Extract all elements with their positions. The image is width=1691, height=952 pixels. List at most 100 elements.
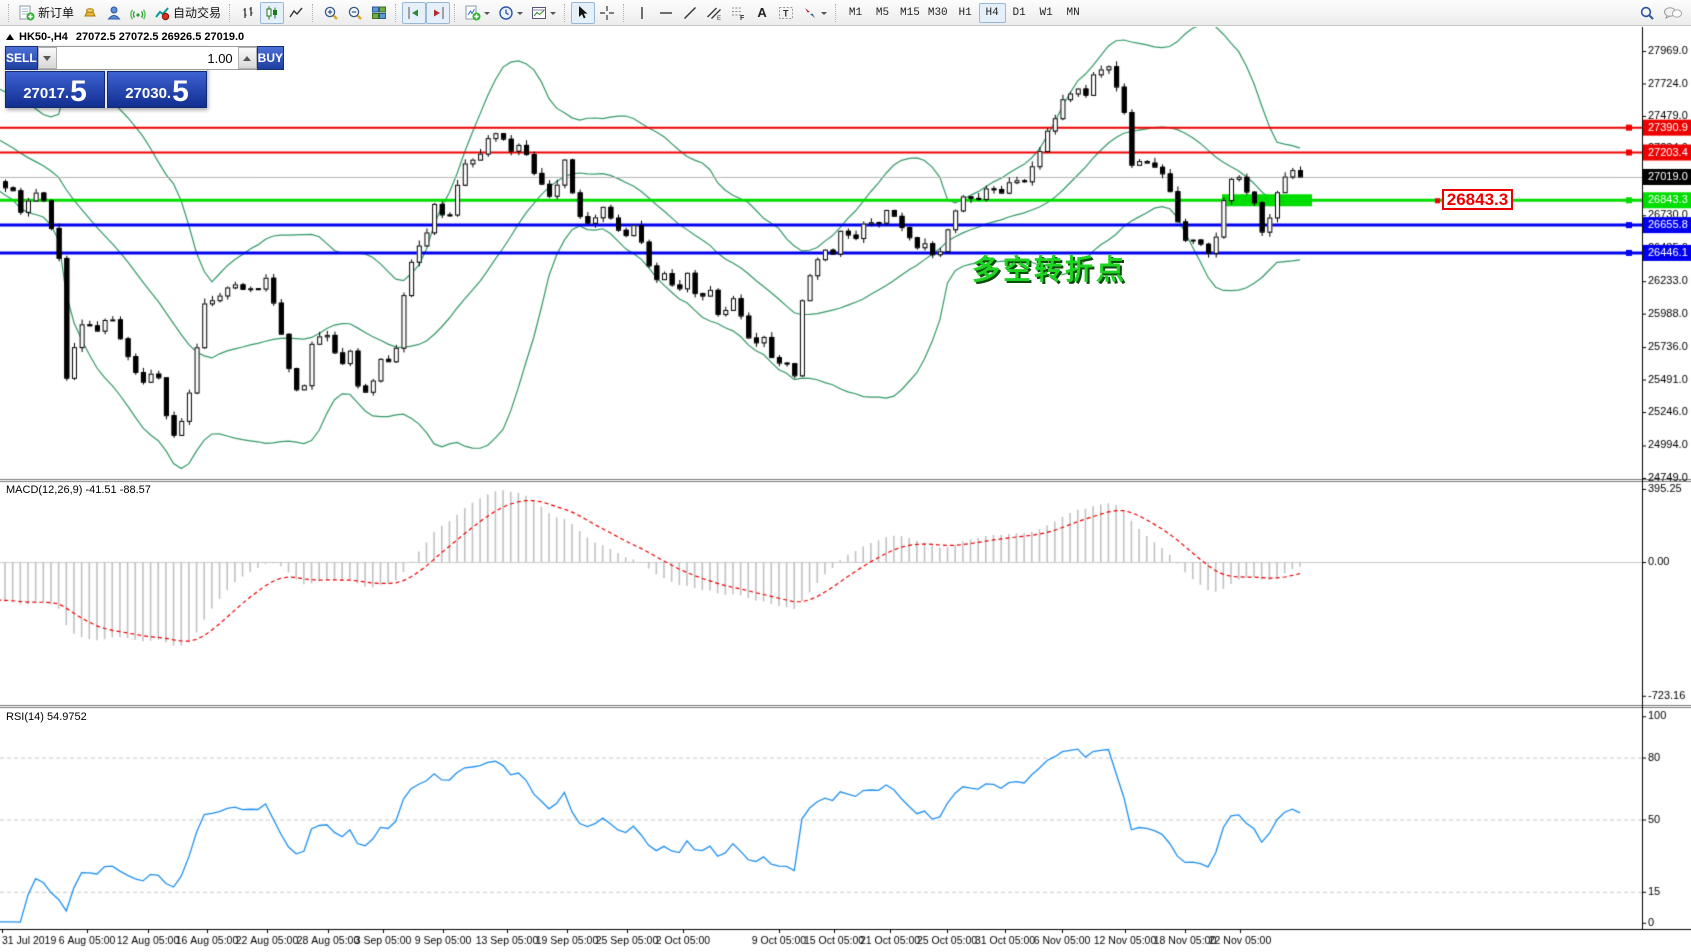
- chart-shift-icon: [430, 5, 446, 21]
- volume-decrease-button[interactable]: [38, 47, 57, 69]
- toolbar-grip: [8, 4, 11, 22]
- chart-shift-button[interactable]: [426, 2, 450, 24]
- chevron-down-icon: [550, 12, 556, 18]
- tab-timeframe-w1[interactable]: W1: [1033, 3, 1060, 23]
- auto-trading-button[interactable]: 自动交易: [150, 2, 225, 24]
- zoom-out-button[interactable]: [343, 2, 367, 24]
- fibonacci-button[interactable]: F: [726, 2, 750, 24]
- indicators-button[interactable]: [461, 2, 494, 24]
- toolbar-grip: [623, 4, 626, 22]
- tab-timeframe-h1[interactable]: H1: [952, 3, 979, 23]
- toolbar-grip: [564, 4, 567, 22]
- auto-trading-icon: [154, 5, 170, 21]
- symbol-info-bar[interactable]: HK50-,H4 27072.5 27072.5 26926.5 27019.0: [6, 31, 244, 43]
- templates-button[interactable]: [527, 2, 560, 24]
- trendline-icon: [682, 5, 698, 21]
- sell-label: SELL: [6, 51, 37, 65]
- svg-text:E: E: [717, 16, 721, 21]
- bar-chart-button[interactable]: [236, 2, 260, 24]
- timeframe-label: M1: [849, 7, 862, 19]
- timeframe-label: W1: [1040, 7, 1053, 19]
- auto-scroll-button[interactable]: [402, 2, 426, 24]
- text-label-button[interactable]: T: [774, 2, 798, 24]
- chevron-up-icon: [243, 52, 251, 61]
- tile-windows-button[interactable]: [367, 2, 391, 24]
- new-order-button[interactable]: 新订单: [15, 2, 78, 24]
- price-callout-box[interactable]: 26843.3: [1442, 189, 1513, 210]
- cursor-icon: [575, 5, 591, 21]
- buy-label: BUY: [258, 51, 283, 65]
- candlestick-chart-icon: [264, 5, 280, 21]
- chart-text-annotation[interactable]: 多空转折点: [972, 248, 1127, 288]
- tab-timeframe-mn[interactable]: MN: [1060, 3, 1087, 23]
- macd-indicator-label: MACD(12,26,9) -41.51 -88.57: [6, 484, 151, 496]
- signal-icon: [130, 5, 146, 21]
- zoom-in-button[interactable]: [319, 2, 343, 24]
- channel-button[interactable]: E: [702, 2, 726, 24]
- one-click-trade-panel: SELL BUY 27017. 5 27030. 5: [5, 46, 207, 108]
- auto-trading-label: 自动交易: [173, 4, 221, 21]
- buy-price-button[interactable]: 27030. 5: [107, 71, 207, 108]
- chevron-down-icon: [517, 12, 523, 18]
- chevron-down-icon: [484, 12, 490, 18]
- person-button[interactable]: [102, 2, 126, 24]
- sell-button[interactable]: SELL: [5, 46, 38, 70]
- trendline-button[interactable]: [678, 2, 702, 24]
- timeframe-label: M15: [900, 7, 920, 19]
- rsi-indicator-label: RSI(14) 54.9752: [6, 711, 87, 723]
- cursor-button[interactable]: [571, 2, 595, 24]
- candlestick-chart-button[interactable]: [260, 2, 284, 24]
- ohlc-values: 27072.5 27072.5 26926.5 27019.0: [76, 31, 244, 43]
- toolbar-grip: [835, 4, 838, 22]
- sell-price-int: 27017.: [23, 85, 69, 102]
- chevron-down-icon: [43, 56, 51, 65]
- zoom-out-icon: [347, 5, 363, 21]
- tile-windows-icon: [371, 5, 387, 21]
- timeframe-label: MN: [1067, 7, 1080, 19]
- new-order-label: 新订单: [38, 4, 74, 21]
- search-icon: [1639, 5, 1655, 21]
- line-chart-icon: [288, 5, 304, 21]
- chevron-down-icon: [821, 12, 827, 18]
- tab-timeframe-m30[interactable]: M30: [924, 3, 952, 23]
- sell-price-button[interactable]: 27017. 5: [5, 71, 105, 108]
- volume-increase-button[interactable]: [238, 47, 257, 69]
- indicators-icon: [465, 5, 481, 21]
- arrows-button[interactable]: [798, 2, 831, 24]
- volume-input[interactable]: [57, 47, 238, 69]
- line-chart-button[interactable]: [284, 2, 308, 24]
- crosshair-icon: [599, 5, 615, 21]
- toolbar-grip: [395, 4, 398, 22]
- tab-timeframe-d1[interactable]: D1: [1006, 3, 1033, 23]
- chat-button[interactable]: [1659, 2, 1687, 24]
- symbol-timeframe-label: HK50-,H4: [19, 31, 68, 43]
- tab-timeframe-h4[interactable]: H4: [979, 3, 1006, 23]
- fibonacci-icon: F: [730, 5, 746, 21]
- bar-chart-icon: [240, 5, 256, 21]
- text-button[interactable]: A: [750, 2, 774, 24]
- buy-button[interactable]: BUY: [257, 46, 284, 70]
- toolbar-grip: [312, 4, 315, 22]
- horizontal-line-button[interactable]: [654, 2, 678, 24]
- template-icon: [531, 5, 547, 21]
- new-order-icon: [19, 5, 35, 21]
- search-button[interactable]: [1635, 2, 1659, 24]
- tab-timeframe-m1[interactable]: M1: [842, 3, 869, 23]
- svg-text:F: F: [740, 15, 745, 21]
- periods-button[interactable]: [494, 2, 527, 24]
- tab-timeframe-m5[interactable]: M5: [869, 3, 896, 23]
- horizontal-line-icon: [658, 5, 674, 21]
- chat-icon: [1663, 5, 1683, 21]
- chart-canvas[interactable]: [0, 0, 1691, 952]
- person-icon: [106, 5, 122, 21]
- tab-timeframe-m15[interactable]: M15: [896, 3, 924, 23]
- timeframe-label: H1: [959, 7, 972, 19]
- gold-ingot-button[interactable]: [78, 2, 102, 24]
- one-click-collapse-icon[interactable]: [6, 34, 14, 40]
- toolbar-grip: [229, 4, 232, 22]
- vertical-line-button[interactable]: [630, 2, 654, 24]
- timeframe-label: D1: [1013, 7, 1026, 19]
- signal-button[interactable]: [126, 2, 150, 24]
- vertical-line-icon: [634, 5, 650, 21]
- crosshair-button[interactable]: [595, 2, 619, 24]
